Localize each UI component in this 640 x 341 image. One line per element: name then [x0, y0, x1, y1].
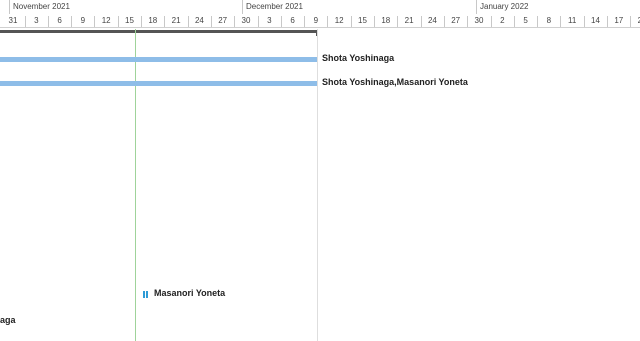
- day-label: 18: [148, 16, 158, 25]
- day-label: 9: [313, 16, 319, 25]
- day-label: 14: [591, 16, 600, 25]
- day-label: 6: [290, 16, 295, 25]
- day-label: 3: [34, 16, 39, 25]
- month-header: January 2022: [476, 0, 640, 14]
- day-label: 24: [427, 16, 437, 25]
- task-resource-label: Shota Yoshinaga: [322, 53, 395, 63]
- day-label: 15: [125, 16, 134, 25]
- day-label: 18: [381, 16, 391, 25]
- day-label: 12: [334, 16, 344, 25]
- task-resource-label: aga: [0, 315, 16, 325]
- timescale-month-row: November 2021 December 2021 January 2022: [0, 0, 640, 14]
- task-bar[interactable]: [0, 57, 317, 62]
- task-resource-label: Masanori Yoneta: [154, 288, 226, 298]
- day-label: 20: [637, 16, 640, 25]
- day-label: 3: [267, 16, 272, 25]
- day-label: 11: [568, 16, 577, 25]
- day-label: 24: [194, 16, 204, 25]
- task-bar[interactable]: [0, 81, 317, 86]
- day-label: 21: [171, 16, 181, 25]
- day-label: 8: [546, 16, 552, 25]
- day-label: 9: [80, 16, 86, 25]
- task-resource-label: Shota Yoshinaga,Masanori Yoneta: [322, 77, 468, 87]
- day-label: 27: [218, 16, 228, 25]
- month-header: December 2021: [242, 0, 476, 14]
- day-label: 15: [358, 16, 367, 25]
- day-label: 30: [241, 16, 251, 25]
- day-label: 2: [500, 16, 505, 25]
- day-label: 5: [523, 16, 528, 25]
- day-label: 17: [614, 16, 624, 25]
- gantt-timescale: November 2021 December 2021 January 2022…: [0, 0, 640, 29]
- timeline-divider: [317, 29, 318, 341]
- timescale-day-row: 31 3 6 9 12 15 18 21 24 27 30 3 6 9 12 15 18 21 24 27 30 2 5 8 1…: [0, 14, 640, 28]
- day-label: 27: [451, 16, 461, 25]
- day-label: 21: [404, 16, 414, 25]
- today-line: [135, 29, 136, 341]
- month-header: November 2021: [9, 0, 242, 14]
- milestone-marker[interactable]: [143, 291, 148, 298]
- day-label: 12: [101, 16, 111, 25]
- day-label: 31: [8, 16, 18, 25]
- day-label: 6: [57, 16, 62, 25]
- day-label: 30: [474, 16, 484, 25]
- summary-bar[interactable]: [0, 30, 318, 33]
